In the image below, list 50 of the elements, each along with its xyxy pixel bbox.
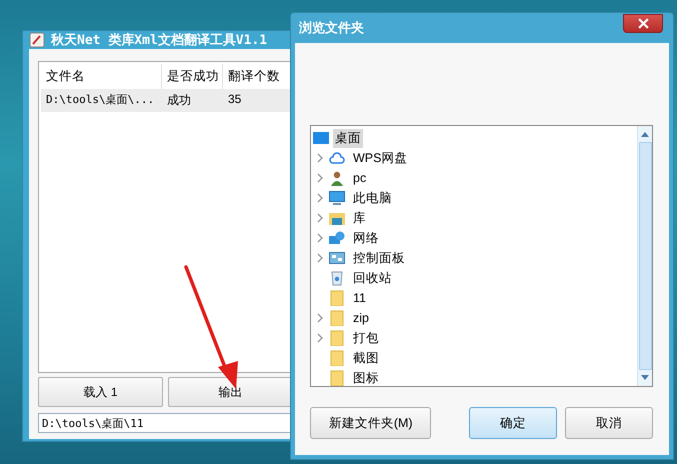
tree-item[interactable]: 网络 <box>351 228 381 248</box>
chevron-icon[interactable] <box>317 313 323 323</box>
folder-icon <box>329 290 345 306</box>
chevron-icon[interactable] <box>317 213 323 223</box>
control-panel-icon <box>329 250 345 266</box>
tree-item[interactable]: 11 <box>351 290 368 306</box>
folder-icon <box>329 350 345 366</box>
tree-item[interactable]: 打包 <box>351 328 381 348</box>
computer-icon <box>329 190 345 206</box>
dialog-title: 浏览文件夹 <box>299 19 364 37</box>
tree-item[interactable]: 桌面 <box>333 128 363 148</box>
tree-item[interactable]: WPS网盘 <box>351 148 410 168</box>
tree-item[interactable]: 图标 <box>351 368 381 388</box>
tree-item[interactable]: pc <box>351 170 368 186</box>
folder-icon <box>329 330 345 346</box>
scroll-up-icon[interactable] <box>641 132 649 137</box>
scroll-down-icon[interactable] <box>641 375 649 380</box>
tree-item[interactable]: 回收站 <box>351 268 394 288</box>
scrollbar[interactable] <box>637 126 652 386</box>
tree-item[interactable]: 截图 <box>351 348 381 368</box>
recycle-bin-icon <box>329 270 345 286</box>
export-button[interactable]: 输出 <box>168 377 293 407</box>
cancel-button[interactable]: 取消 <box>564 407 653 439</box>
chevron-icon[interactable] <box>317 253 323 263</box>
tree-item[interactable]: 库 <box>351 208 368 228</box>
close-icon <box>638 18 648 28</box>
folder-icon <box>329 310 345 326</box>
folder-icon <box>329 370 345 386</box>
table-cell-text: 35 <box>227 91 242 108</box>
tree-item[interactable]: 控制面板 <box>351 248 407 268</box>
cloud-icon <box>329 150 345 166</box>
library-icon <box>329 210 345 226</box>
scroll-thumb[interactable] <box>638 142 652 370</box>
table-cell-text: 成功 <box>166 92 192 109</box>
chevron-icon[interactable] <box>317 193 323 203</box>
chevron-icon[interactable] <box>317 233 323 243</box>
table-cell-text: D:\tools\桌面\... <box>45 92 156 108</box>
chevron-icon[interactable] <box>317 333 323 343</box>
tree-item[interactable]: 此电脑 <box>351 188 394 208</box>
close-button[interactable] <box>623 14 663 32</box>
chevron-icon[interactable] <box>317 173 323 183</box>
ok-button[interactable]: 确定 <box>469 407 557 439</box>
window-title: 秋天Net 类库Xml文档翻译工具V1.1 <box>51 32 268 49</box>
monitor-icon <box>313 130 329 146</box>
new-folder-button[interactable]: 新建文件夹(M) <box>310 407 432 439</box>
user-icon <box>329 170 345 186</box>
tree-item[interactable]: zip <box>351 310 371 326</box>
chevron-icon[interactable] <box>317 153 323 163</box>
network-icon <box>329 230 345 246</box>
load-button[interactable]: 载入 1 <box>38 377 163 407</box>
